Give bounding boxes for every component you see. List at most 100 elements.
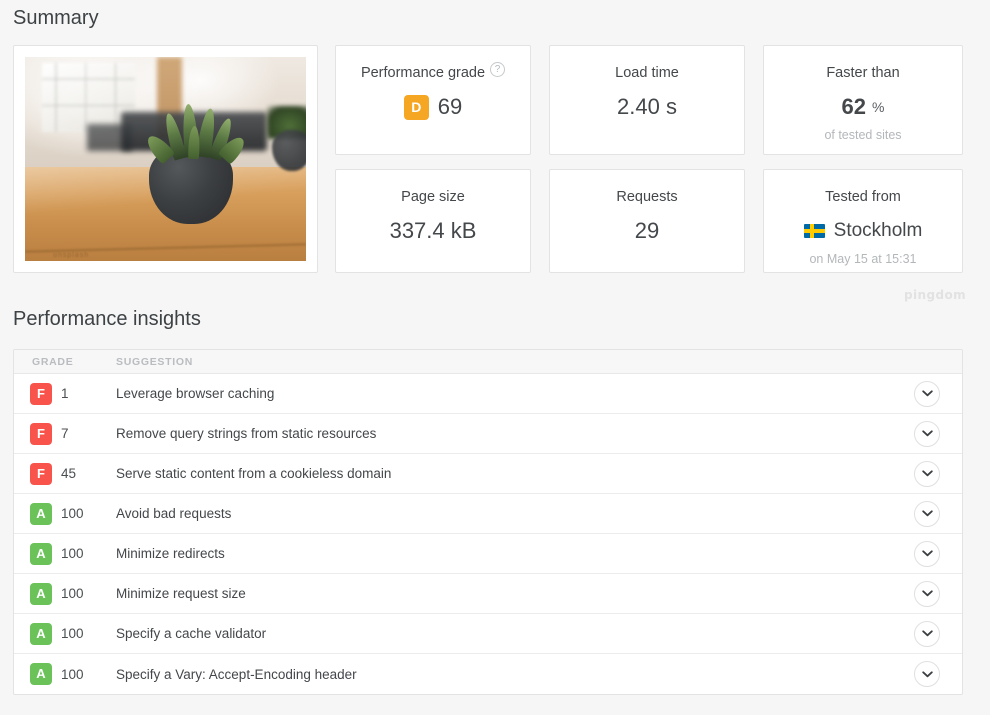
expand-row-button[interactable]	[914, 540, 940, 567]
question-mark-icon[interactable]: ?	[490, 62, 506, 77]
load-time-value: 2.40 s	[617, 94, 677, 119]
grade-badge: A	[30, 582, 52, 605]
suggestion-text: Specify a cache validator	[116, 626, 267, 641]
faster-than-unit: %	[872, 99, 885, 115]
grade-score: 100	[61, 546, 84, 561]
grade-cell: F 45	[14, 462, 114, 485]
performance-grade-value-row: D 69	[336, 93, 530, 121]
chevron-down-icon	[921, 590, 933, 597]
grade-badge: A	[30, 622, 52, 645]
page-size-label: Page size	[401, 189, 465, 205]
grade-score: 100	[61, 506, 84, 521]
grade-score: 100	[61, 666, 84, 682]
column-header-suggestion: SUGGESTION	[116, 355, 194, 368]
grade-score: 7	[61, 426, 69, 441]
table-row[interactable]: F 1 Leverage browser caching	[14, 374, 962, 414]
grade-badge: A	[30, 542, 52, 565]
suggestion-text: Avoid bad requests	[116, 506, 232, 521]
table-row[interactable]: A 100 Avoid bad requests	[14, 494, 962, 534]
chevron-down-icon	[921, 630, 933, 637]
faster-than-label: Faster than	[826, 65, 900, 81]
grade-score: 100	[61, 626, 84, 641]
page-size-card: Page size 337.4 kB	[335, 169, 531, 273]
performance-grade-label: Performance grade	[360, 65, 486, 81]
expand-cell	[892, 420, 962, 447]
grade-cell: F1	[14, 382, 114, 405]
expand-cell	[892, 380, 962, 407]
page-screenshot-card[interactable]: unsplash	[13, 45, 318, 273]
suggestion-text: Specify a Vary: Accept-Encoding header	[116, 666, 357, 682]
table-row[interactable]: F 7 Remove query strings from static resou…	[14, 414, 962, 454]
expand-cell	[892, 580, 962, 607]
grade-score: 1	[61, 386, 69, 401]
summary-section: unsplash Performance grade? D 69 Load ti…	[13, 45, 963, 273]
grade-badge: F	[30, 462, 52, 485]
page-title: Summary	[13, 7, 99, 29]
expand-row-button[interactable]	[914, 460, 940, 487]
expand-row-button[interactable]	[914, 500, 940, 527]
expand-cell	[892, 540, 962, 567]
requests-label: Requests	[616, 189, 678, 205]
grade-badge: A	[30, 502, 52, 525]
table-row[interactable]: F 45 Serve static content from a cookieles…	[14, 454, 962, 494]
suggestion-text: Minimize request size	[116, 586, 246, 601]
grade-badge: A	[30, 663, 52, 685]
expand-cell	[892, 500, 962, 527]
suggestion-text: Remove query strings from static resourc…	[116, 426, 377, 441]
expand-cell	[892, 620, 962, 647]
grade-cell: A 100	[14, 663, 114, 685]
expand-row-button[interactable]	[914, 620, 940, 647]
grade-score: 100	[61, 586, 84, 601]
table-header-row: GRADE SUGGESTION	[14, 350, 962, 374]
column-header-grade: GRADE	[32, 355, 74, 368]
table-row[interactable]: A 100 Specify a cache validator	[14, 614, 962, 654]
page-size-value: 337.4 kB	[389, 218, 477, 243]
table-row[interactable]: A 100 Minimize redirects	[14, 534, 962, 574]
chevron-down-icon	[921, 470, 933, 477]
grade-badge: F	[30, 382, 52, 405]
expand-cell	[892, 460, 962, 487]
load-time-label: Load time	[615, 65, 679, 81]
suggestion-text: Leverage browser caching	[116, 386, 275, 401]
tested-from-value-row: Stockholm	[764, 217, 962, 245]
tested-from-label: Tested from	[825, 189, 901, 205]
chevron-down-icon	[921, 550, 933, 557]
tested-from-card: Tested from Stockholm on May 15 at 15:31	[763, 169, 963, 273]
faster-than-value-row: 62 %	[764, 93, 962, 121]
pingdom-logo-watermark: pingdom	[904, 288, 966, 302]
grade-badge: F	[30, 422, 52, 445]
table-row[interactable]: A 100 Minimize request size	[14, 574, 962, 614]
expand-row-button[interactable]	[914, 380, 940, 407]
performance-grade-card: Performance grade? D 69	[335, 45, 531, 155]
requests-value: 29	[634, 218, 660, 243]
grade-cell: A 100	[14, 622, 114, 645]
expand-row-button[interactable]	[914, 661, 940, 687]
faster-than-sublabel: of tested sites	[824, 128, 902, 142]
performance-grade-value: 69	[437, 94, 463, 119]
sweden-flag-icon	[803, 224, 825, 238]
expand-cell	[892, 661, 962, 687]
suggestion-text: Minimize redirects	[116, 546, 225, 561]
table-row[interactable]: A 100 Specify a Vary: Accept-Encoding head…	[14, 654, 962, 694]
requests-card: Requests 29	[549, 169, 745, 273]
expand-row-button[interactable]	[914, 580, 940, 607]
tested-from-timestamp: on May 15 at 15:31	[809, 252, 917, 266]
chevron-down-icon	[921, 390, 933, 397]
performance-insights-title: Performance insights	[13, 308, 201, 330]
suggestion-text: Serve static content from a cookieless d…	[116, 466, 392, 481]
expand-row-button[interactable]	[914, 420, 940, 447]
chevron-down-icon	[921, 430, 933, 437]
status-badge: D	[403, 94, 429, 120]
grade-cell: A 100	[14, 582, 114, 605]
table-body: F 1 Leverage browser caching F 7 Remove query…	[14, 374, 962, 694]
grade-cell: A 100	[14, 542, 114, 565]
page-screenshot-thumbnail[interactable]: unsplash	[25, 57, 306, 261]
load-time-card: Load time 2.40 s	[549, 45, 745, 155]
tested-from-city: Stockholm	[833, 220, 923, 241]
chevron-down-icon	[921, 670, 933, 677]
performance-insights-table: GRADE SUGGESTION F 1 Leverage browser cach…	[13, 349, 963, 695]
faster-than-card: Faster than 62 % of tested sites	[763, 45, 963, 155]
grade-cell: A 100	[14, 502, 114, 525]
thumbnail-image-watermark: unsplash	[53, 251, 90, 259]
chevron-down-icon	[921, 510, 933, 517]
